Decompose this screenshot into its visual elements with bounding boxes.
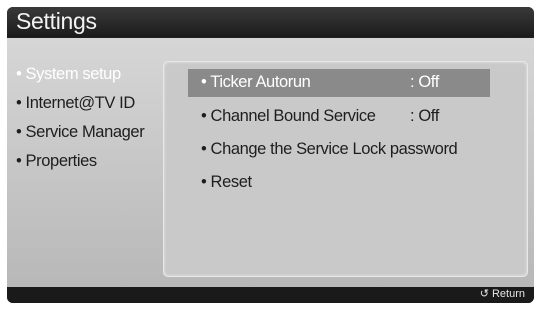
footer-bar: ↺ Return: [7, 287, 534, 303]
settings-window: Settings • System setup • Internet@TV ID…: [7, 7, 534, 303]
options-panel: • Ticker Autorun : Off • Channel Bound S…: [163, 61, 528, 277]
menu-item-properties[interactable]: • Properties: [16, 152, 166, 181]
option-channel-bound-service[interactable]: • Channel Bound Service : Off: [188, 103, 490, 131]
title-bar: Settings: [7, 7, 534, 37]
option-reset[interactable]: • Reset: [188, 169, 490, 197]
return-arrow-icon: ↺: [479, 287, 489, 300]
menu-item-service-manager[interactable]: • Service Manager: [16, 123, 166, 152]
page-title: Settings: [16, 8, 97, 34]
settings-content: • System setup • Internet@TV ID • Servic…: [7, 38, 534, 287]
return-button[interactable]: ↺ Return: [480, 288, 525, 300]
option-value: : Off: [410, 73, 439, 91]
option-ticker-autorun[interactable]: • Ticker Autorun : Off: [188, 69, 490, 97]
option-label: • Ticker Autorun: [201, 73, 311, 91]
option-label: • Reset: [201, 173, 252, 191]
option-change-service-lock-password[interactable]: • Change the Service Lock password: [188, 136, 490, 164]
menu-item-internet-tv-id[interactable]: • Internet@TV ID: [16, 94, 166, 123]
option-value: : Off: [410, 107, 439, 125]
option-label: • Channel Bound Service: [201, 107, 376, 125]
return-label: Return: [491, 288, 525, 300]
option-label: • Change the Service Lock password: [201, 140, 458, 158]
menu-item-system-setup[interactable]: • System setup: [16, 65, 166, 94]
category-menu: • System setup • Internet@TV ID • Servic…: [16, 65, 166, 181]
